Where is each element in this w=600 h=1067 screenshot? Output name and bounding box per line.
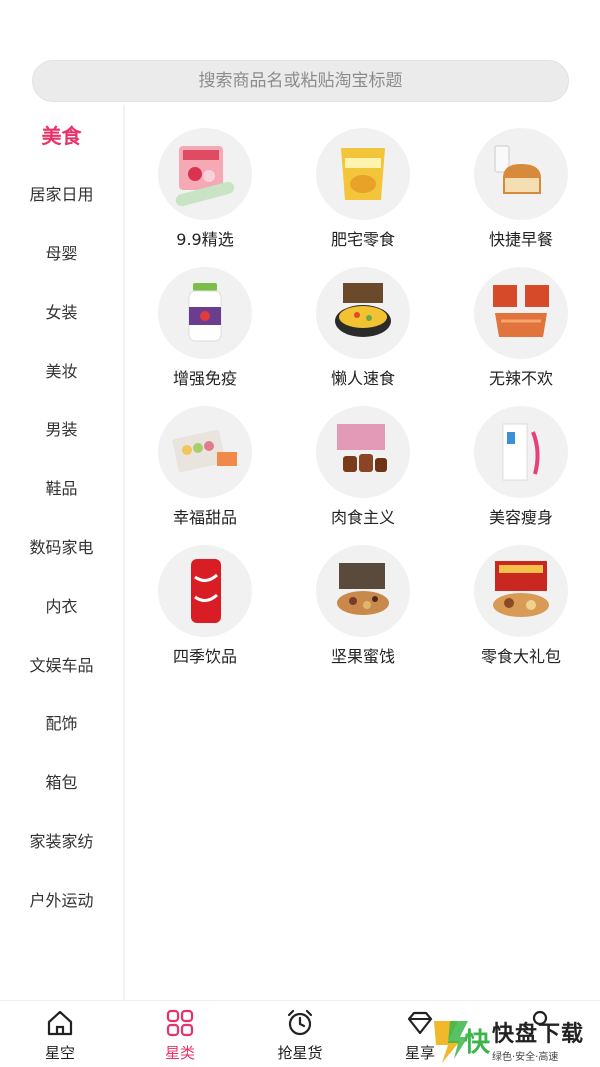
sidebar-item-shoes[interactable]: 鞋品 [0, 458, 123, 517]
subcategory-tile[interactable]: 懒人速食 [284, 267, 442, 389]
search-bar-container [32, 60, 569, 102]
sidebar-item-household[interactable]: 居家日用 [0, 164, 123, 223]
search-bar[interactable] [32, 60, 569, 102]
subcategory-tile[interactable]: 美容瘦身 [442, 406, 600, 528]
snack-pack-icon [158, 128, 252, 220]
tile-label: 快捷早餐 [488, 230, 553, 249]
tile-label: 四季饮品 [172, 647, 237, 666]
subcategory-tile[interactable]: 零食大礼包 [442, 545, 600, 667]
tile-label: 9.9精选 [176, 230, 234, 249]
tab-label: 星空 [44, 1044, 75, 1062]
sidebar-item-accessories[interactable]: 配饰 [0, 693, 123, 752]
supplement-bottle-icon [158, 267, 252, 359]
tile-label: 肉食主义 [330, 508, 395, 527]
tab-label: 星类 [164, 1044, 195, 1062]
subcategory-tile[interactable]: 9.9精选 [126, 128, 284, 250]
tab-category[interactable]: 星类 [120, 1001, 240, 1067]
tab-label: 抢星货 [277, 1044, 323, 1062]
tile-label: 坚果蜜饯 [330, 647, 395, 666]
tab-flash-sale[interactable]: 抢星货 [240, 1001, 360, 1067]
subcategory-tile[interactable]: 肉食主义 [284, 406, 442, 528]
tile-label: 增强免疫 [172, 369, 237, 388]
subcategory-tile[interactable]: 快捷早餐 [442, 128, 600, 250]
category-sidebar: 美食 居家日用 母婴 女装 美妆 男装 鞋品 数码家电 内衣 文娱车品 配饰 箱… [0, 105, 125, 1000]
gift-pack-icon [474, 545, 568, 637]
nuts-box-icon [316, 545, 410, 637]
spicy-strips-icon [474, 267, 568, 359]
tile-label: 肥宅零食 [330, 230, 395, 249]
slimming-box-icon [474, 406, 568, 498]
svg-text:快: 快 [464, 1028, 490, 1058]
tab-home[interactable]: 星空 [0, 1001, 120, 1067]
sidebar-item-home-textile[interactable]: 家装家纺 [0, 811, 123, 870]
alarm-clock-icon [287, 1009, 313, 1036]
sidebar-item-beauty[interactable]: 美妆 [0, 340, 123, 399]
kuaipan-logo-icon: 快 [434, 1020, 490, 1063]
noodle-bowl-icon [316, 267, 410, 359]
sidebar-item-underwear[interactable]: 内衣 [0, 575, 123, 634]
tab-label: 星享 [404, 1044, 435, 1062]
watermark-title: 快盘下载 [492, 1022, 585, 1047]
tile-label: 幸福甜品 [172, 508, 237, 527]
subcategory-tile[interactable]: 无辣不欢 [442, 267, 600, 389]
watermark-logo: 快 快盘下载 绿色·安全·高速 [432, 1012, 600, 1067]
tile-label: 美容瘦身 [488, 508, 553, 527]
subcategory-tile[interactable]: 四季饮品 [126, 545, 284, 667]
braised-meat-icon [316, 406, 410, 498]
sidebar-item-food[interactable]: 美食 [0, 105, 123, 164]
subcategory-tile[interactable]: 肥宅零食 [284, 128, 442, 250]
search-input[interactable] [33, 71, 568, 91]
subcategory-tile[interactable]: 坚果蜜饯 [284, 545, 442, 667]
diamond-icon [407, 1011, 433, 1035]
category-grid-icon [166, 1009, 194, 1037]
cola-can-icon [158, 545, 252, 637]
macaron-box-icon [158, 406, 252, 498]
home-icon [47, 1010, 73, 1036]
sidebar-item-entertainment-car[interactable]: 文娱车品 [0, 634, 123, 693]
tile-label: 零食大礼包 [480, 647, 561, 666]
sidebar-item-menswear[interactable]: 男装 [0, 399, 123, 458]
sidebar-item-bags[interactable]: 箱包 [0, 752, 123, 811]
chips-bag-icon [316, 128, 410, 220]
tile-label: 无辣不欢 [488, 369, 553, 388]
sidebar-item-womenswear[interactable]: 女装 [0, 281, 123, 340]
subcategory-grid: 9.9精选 肥宅零食 快捷早餐 增强免疫 懒人速食 无辣不欢 幸福甜品 肉食主义… [126, 128, 600, 667]
tile-label: 懒人速食 [330, 369, 395, 388]
subcategory-tile[interactable]: 幸福甜品 [126, 406, 284, 528]
sidebar-item-electronics[interactable]: 数码家电 [0, 517, 123, 576]
subcategory-tile[interactable]: 增强免疫 [126, 267, 284, 389]
sidebar-item-baby[interactable]: 母婴 [0, 223, 123, 282]
watermark-subtitle: 绿色·安全·高速 [492, 1052, 559, 1063]
bread-milk-icon [474, 128, 568, 220]
sidebar-item-outdoor[interactable]: 户外运动 [0, 869, 123, 928]
